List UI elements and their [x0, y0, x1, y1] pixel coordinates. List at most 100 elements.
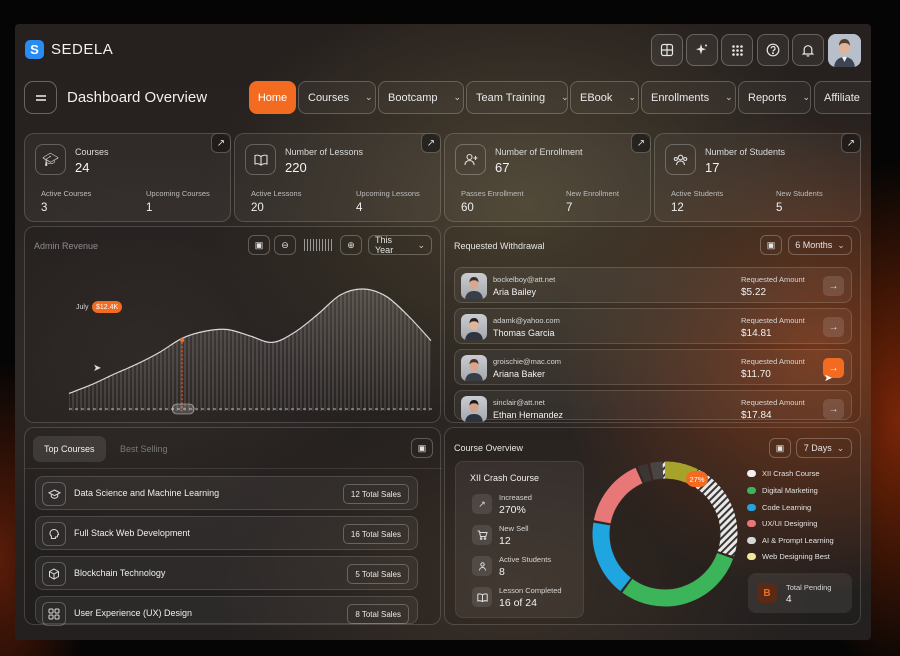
- course-sales-badge: 16 Total Sales: [342, 524, 409, 544]
- stat-sub-label: Passes Enrollment: [461, 189, 524, 198]
- revenue-chart[interactable]: [25, 227, 442, 424]
- nav-label: Team Training: [476, 91, 546, 104]
- course-overview-panel: Course Overview ▣ 7 Days ⌄ XII Crash Cour…: [444, 427, 861, 625]
- book-icon: [472, 587, 492, 607]
- nav-label: Reports: [748, 91, 787, 104]
- course-row[interactable]: Data Science and Machine Learning 12 Tot…: [35, 476, 418, 510]
- amount-label: Requested Amount: [741, 316, 805, 325]
- metric-label: Active Students: [499, 555, 552, 564]
- stat-sub-value: 12: [671, 202, 684, 214]
- nav-team-training[interactable]: Team Training ⌄: [466, 81, 569, 114]
- withdrawal-row[interactable]: groischie@mac.com Ariana Baker Requested…: [454, 349, 852, 385]
- tab-best-selling[interactable]: Best Selling: [109, 436, 179, 462]
- divider: [25, 468, 442, 469]
- nav-bootcamp[interactable]: Bootcamp ⌄: [378, 81, 464, 114]
- chart-marker-value: $12.4K: [92, 301, 123, 313]
- legend-swatch: [747, 504, 756, 511]
- metric-label: Lesson Completed: [499, 586, 562, 595]
- nav-home[interactable]: Home: [249, 81, 296, 114]
- nav-ebook[interactable]: EBook ⌄: [570, 81, 639, 114]
- arrow-right-icon[interactable]: →: [823, 317, 844, 337]
- stat-title: Number of Students: [705, 147, 786, 157]
- bell-icon[interactable]: [792, 34, 824, 66]
- chevron-down-icon: ⌄: [364, 92, 373, 102]
- withdrawal-panel: Requested Withdrawal ▣ 6 Months ⌄ bockelb…: [444, 226, 861, 423]
- withdrawal-row[interactable]: bockelboy@att.net Aria Bailey Requested …: [454, 267, 852, 303]
- legend-item: Code Learning: [747, 503, 811, 512]
- amount-label: Requested Amount: [741, 398, 805, 407]
- chevron-down-icon: ⌄: [802, 92, 811, 102]
- nav-label: Bootcamp: [388, 91, 438, 104]
- brand-name: SEDELA: [51, 41, 114, 58]
- globe-grid-icon[interactable]: [651, 34, 683, 66]
- stat-value: 24: [75, 160, 90, 175]
- sparkle-icon[interactable]: [686, 34, 718, 66]
- stat-sub-value: 3: [41, 202, 48, 214]
- user-avatar[interactable]: [828, 34, 861, 67]
- course-row[interactable]: Blockchain Technology 5 Total Sales: [35, 556, 418, 590]
- arrow-up-right-icon[interactable]: ↗: [421, 133, 441, 153]
- nav-enrollments[interactable]: Enrollments ⌄: [641, 81, 736, 114]
- expand-icon[interactable]: ▣: [760, 235, 782, 255]
- arrow-up-right-icon[interactable]: ↗: [631, 133, 651, 153]
- withdrawal-name: Thomas Garcia: [493, 328, 555, 338]
- chevron-down-icon: ⌄: [725, 92, 733, 102]
- stat-sub-label: Active Courses: [41, 189, 92, 198]
- apps-grid-icon[interactable]: [721, 34, 753, 66]
- withdrawal-row[interactable]: adamk@yahoo.com Thomas Garcia Requested …: [454, 308, 852, 344]
- stat-sub-value: 60: [461, 202, 474, 214]
- arrow-up-right-icon[interactable]: ↗: [841, 133, 861, 153]
- pending-value: 4: [786, 594, 792, 605]
- help-icon[interactable]: [757, 34, 789, 66]
- course-metrics-card: XII Crash Course ↗ Increased 270% New Se…: [455, 461, 584, 618]
- metric-value: 270%: [499, 504, 526, 516]
- nav-courses[interactable]: Courses ⌄: [298, 81, 376, 114]
- dashboard-window: S SEDELA Dashboard Overview Home Courses…: [15, 24, 871, 640]
- course-row[interactable]: User Experience (UX) Design 8 Total Sale…: [35, 596, 418, 626]
- segment-ai-prompt-b[interactable]: [649, 461, 664, 480]
- nav-affiliate[interactable]: Affiliate⌄: [814, 81, 871, 114]
- withdrawal-period-select[interactable]: 6 Months ⌄: [788, 235, 852, 255]
- nav-label: EBook: [580, 91, 613, 104]
- expand-icon[interactable]: ▣: [411, 438, 433, 458]
- expand-icon[interactable]: ▣: [769, 438, 791, 458]
- legend-label: UX/UI Designing: [762, 519, 818, 528]
- cube-icon: [42, 562, 66, 586]
- arrow-right-icon[interactable]: →: [823, 276, 844, 296]
- select-value: 6 Months: [795, 240, 833, 250]
- withdrawal-row[interactable]: sinclair@att.net Ethan Hernandez Request…: [454, 390, 852, 422]
- user-plus-icon: [455, 144, 486, 175]
- course-row[interactable]: Full Stack Web Development 16 Total Sale…: [35, 516, 418, 550]
- nav-reports[interactable]: Reports ⌄: [738, 81, 811, 114]
- nav-label: Enrollments: [651, 91, 710, 104]
- brand-logo[interactable]: S SEDELA: [25, 40, 113, 59]
- pending-label: Total Pending: [786, 583, 832, 592]
- stat-sub-value: 5: [776, 202, 783, 214]
- legend-label: AI & Prompt Learning: [762, 536, 834, 545]
- course-donut-chart[interactable]: [585, 454, 745, 614]
- stat-value: 17: [705, 160, 720, 175]
- panel-title: Requested Withdrawal: [454, 241, 545, 251]
- legend-swatch: [747, 487, 756, 494]
- chart-marker-label: July: [76, 304, 89, 311]
- amount-label: Requested Amount: [741, 357, 805, 366]
- hamburger-icon: [35, 94, 46, 101]
- nav-label: Affiliate: [824, 91, 860, 104]
- legend-item: AI & Prompt Learning: [747, 536, 834, 545]
- stat-sub-value: 4: [356, 202, 363, 214]
- menu-button[interactable]: [24, 81, 57, 114]
- overview-period-select[interactable]: 7 Days ⌄: [796, 438, 852, 458]
- stat-title: Courses: [75, 147, 109, 157]
- tab-top-courses[interactable]: Top Courses: [33, 436, 106, 462]
- course-name: Blockchain Technology: [74, 568, 166, 578]
- nav-label: Home: [257, 91, 288, 104]
- arrow-right-icon[interactable]: →: [823, 399, 844, 419]
- segment-ai-prompt[interactable]: [637, 463, 652, 483]
- withdrawal-email: adamk@yahoo.com: [493, 316, 560, 325]
- cart-icon: [472, 525, 492, 545]
- course-sales-badge: 8 Total Sales: [347, 604, 409, 624]
- arrow-up-right-icon[interactable]: ↗: [211, 133, 231, 153]
- chevron-down-icon: ⌄: [836, 442, 845, 453]
- legend-swatch: [747, 553, 756, 560]
- metrics-course-title: XII Crash Course: [470, 473, 540, 483]
